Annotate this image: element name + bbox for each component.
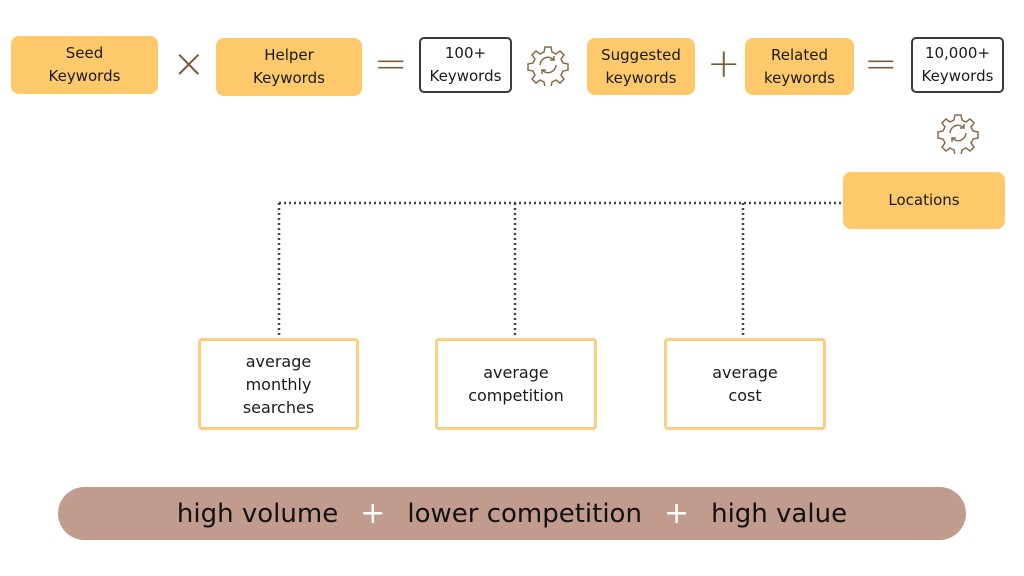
result-10000-box: 10,000+ Keywords bbox=[911, 37, 1004, 93]
label: Keywords bbox=[429, 67, 502, 85]
average-competition-box: average competition bbox=[435, 338, 597, 430]
average-cost-box: average cost bbox=[664, 338, 826, 430]
label: Keywords bbox=[921, 67, 994, 85]
helper-keywords-box: Helper Keywords bbox=[216, 38, 362, 96]
label: monthly bbox=[245, 374, 312, 394]
label: cost bbox=[728, 386, 762, 405]
label: average bbox=[712, 363, 778, 382]
multiply-operator: × bbox=[172, 41, 206, 87]
label: average bbox=[245, 351, 312, 371]
gear-refresh-icon bbox=[527, 46, 569, 86]
summary-high-volume: high volume bbox=[176, 498, 339, 529]
result-100-box: 100+ Keywords bbox=[419, 37, 512, 93]
summary-lower-competition: lower competition bbox=[407, 498, 642, 529]
summary-high-value: high value bbox=[711, 498, 848, 529]
label: keywords bbox=[605, 68, 677, 87]
label: Helper bbox=[264, 46, 314, 64]
equals-operator: = bbox=[374, 41, 408, 87]
plus-icon: + bbox=[360, 496, 386, 531]
label: Related bbox=[771, 45, 828, 64]
summary-pill: high volume + lower competition + high v… bbox=[58, 487, 966, 540]
label: Suggested bbox=[601, 45, 681, 64]
locations-box: Locations bbox=[843, 172, 1005, 229]
plus-operator: + bbox=[707, 41, 741, 87]
equals-operator-2: = bbox=[864, 41, 898, 87]
label: Keywords bbox=[253, 69, 325, 87]
seed-keywords-box: Seed Keywords bbox=[11, 36, 158, 94]
label: Keywords bbox=[48, 67, 121, 85]
label: keywords bbox=[764, 68, 835, 87]
label: 10,000+ bbox=[924, 44, 991, 62]
gear-refresh-icon bbox=[937, 114, 979, 154]
label: competition bbox=[468, 386, 564, 405]
related-keywords-box: Related keywords bbox=[745, 38, 854, 95]
suggested-keywords-box: Suggested keywords bbox=[587, 38, 695, 95]
label: searches bbox=[242, 397, 315, 417]
label: average bbox=[483, 363, 549, 382]
plus-icon: + bbox=[663, 496, 690, 531]
label: 100+ bbox=[444, 44, 487, 62]
label: Seed bbox=[65, 44, 104, 62]
average-monthly-searches-box: average monthly searches bbox=[198, 338, 359, 430]
